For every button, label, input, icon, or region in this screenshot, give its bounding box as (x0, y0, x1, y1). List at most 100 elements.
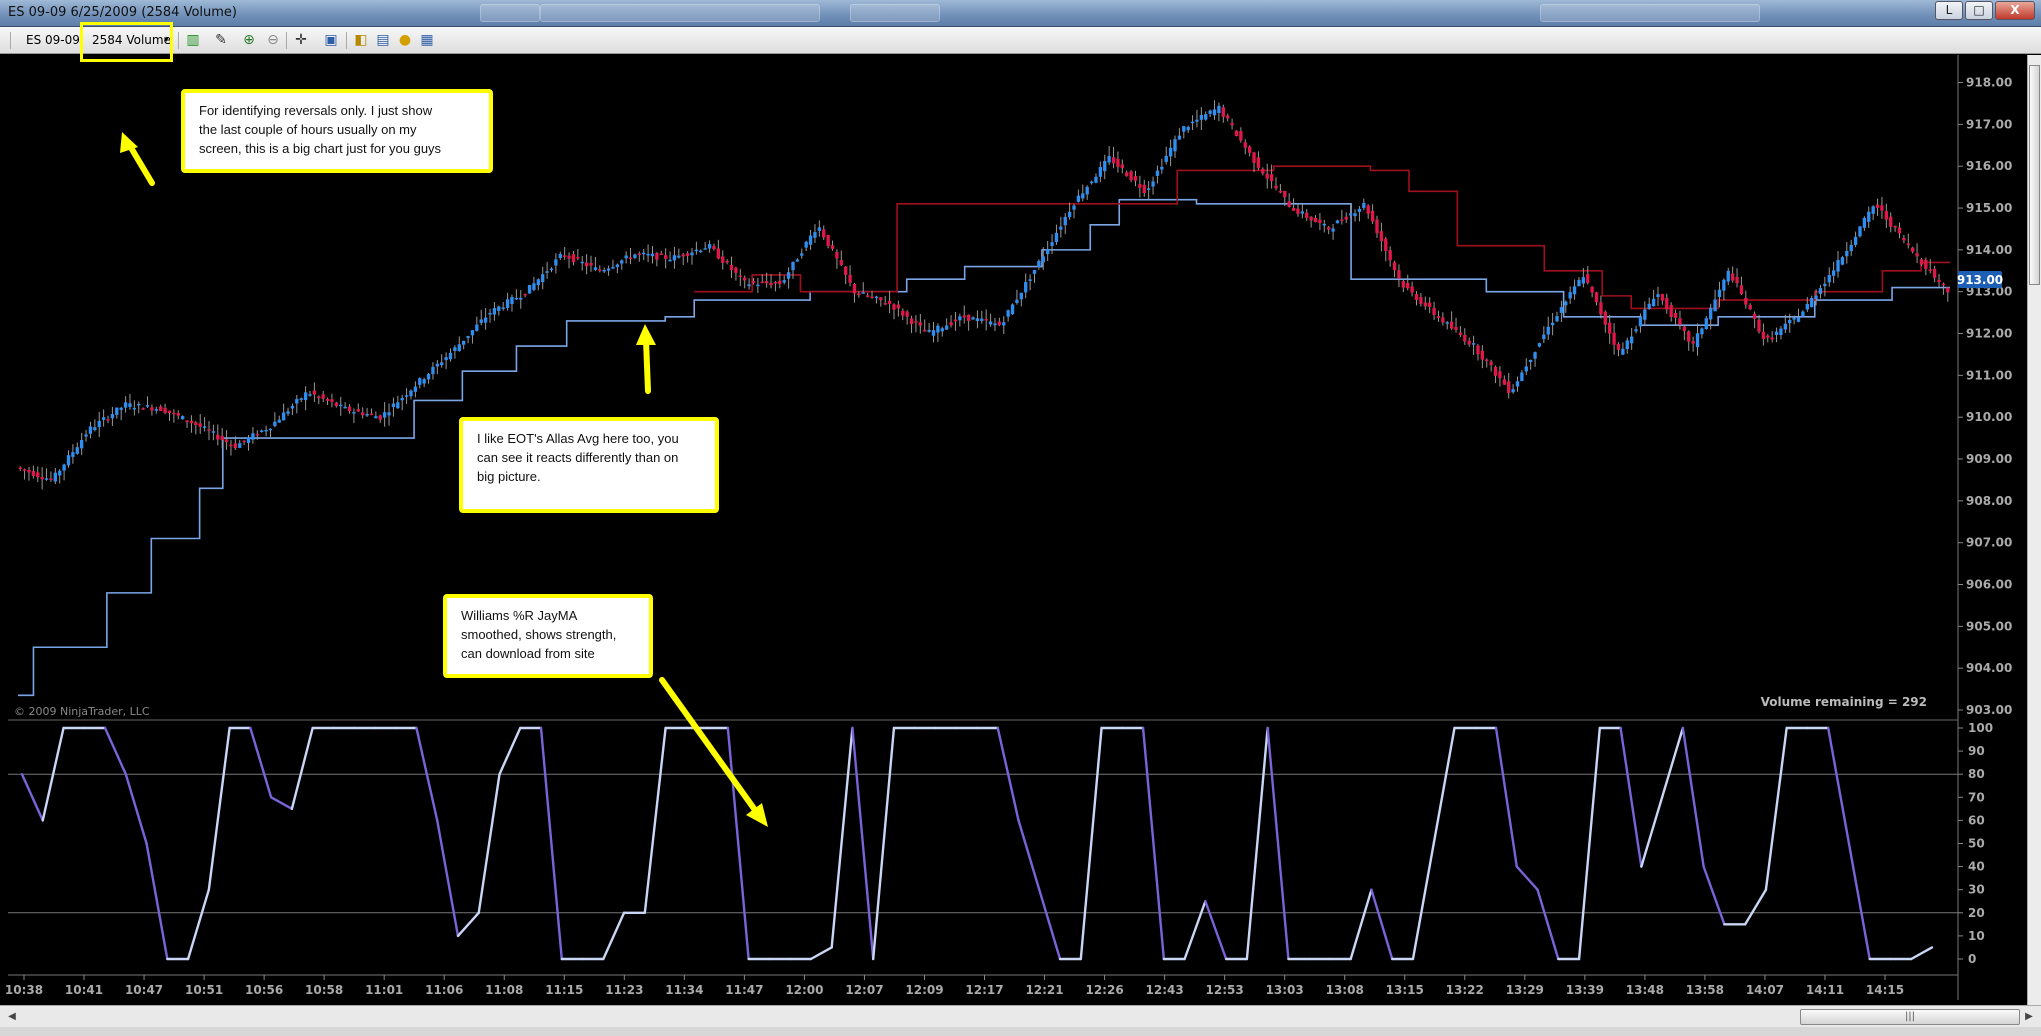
candle-up (488, 312, 492, 315)
properties-icon[interactable]: ▣ (322, 31, 340, 49)
candle-down (1893, 226, 1897, 228)
candle-up (1840, 257, 1845, 265)
candle-up (958, 316, 962, 321)
candle-up (1208, 110, 1212, 114)
candle-down (1507, 381, 1511, 393)
close-button[interactable]: X (1995, 1, 2035, 20)
osc-tick-label: 50 (1968, 837, 1985, 851)
candle-up (343, 406, 347, 409)
candle-down (189, 420, 194, 424)
candle-down (870, 296, 874, 298)
indicators-icon[interactable]: ▤ (374, 31, 392, 49)
candle-down (1261, 168, 1265, 174)
candle-up (1362, 202, 1366, 208)
candle-up (1709, 307, 1713, 320)
candle-up (97, 420, 101, 427)
pencil-draw-icon[interactable]: ✎ (212, 31, 230, 49)
candle-down (1744, 297, 1748, 305)
candle-up (88, 426, 93, 434)
candle-down (1313, 217, 1318, 223)
candle-up (1006, 310, 1010, 317)
candle-down (1884, 211, 1889, 220)
restore-button[interactable]: □ (1965, 1, 1993, 20)
bar-style-icon[interactable]: ▥ (184, 31, 202, 49)
williams-r-segment (1245, 726, 1269, 961)
williams-r-segment (20, 773, 44, 822)
osc-tick-label: 90 (1968, 744, 1985, 758)
time-tick-label: 10:41 (65, 983, 103, 997)
toolbar-divider (346, 32, 347, 49)
candle-up (1713, 299, 1717, 312)
candle-up (299, 398, 303, 400)
data-box-icon[interactable]: ◧ (352, 31, 370, 49)
candle-down (562, 255, 567, 257)
scroll-right-icon[interactable]: ▶ (2021, 1009, 2037, 1025)
candle-up (1094, 176, 1098, 183)
candle-down (150, 407, 154, 411)
chart-panel[interactable]: 918.00 917.00 916.00 915.00 914.00 913.00 912.… (0, 55, 2041, 1000)
candle-up (1783, 323, 1788, 330)
candle-down (909, 318, 914, 325)
candle-down (1401, 281, 1406, 288)
williams-r-segment (456, 911, 480, 938)
candle-down (1875, 204, 1880, 208)
horizontal-scroll-thumb[interactable]: ||| (1800, 1009, 2020, 1025)
candle-down (523, 293, 527, 296)
allas-avg-resistance-line (694, 165, 1950, 310)
price-tick-label: 912.00 (1966, 327, 2012, 341)
candle-down (1669, 305, 1673, 318)
candle-up (483, 317, 488, 323)
vertical-scrollbar[interactable] (2027, 55, 2041, 1005)
zoom-out-icon[interactable]: ⊖ (264, 31, 282, 49)
candle-up (1537, 343, 1542, 347)
candle-up (1155, 170, 1160, 176)
minimize-button[interactable]: L (1935, 1, 1963, 20)
candle-up (1581, 277, 1586, 284)
williams-r-segment (186, 888, 211, 961)
strategies-icon[interactable]: ● (396, 31, 414, 49)
candle-down (1221, 107, 1225, 117)
candle-up (1059, 226, 1063, 230)
williams-r-segment (1079, 726, 1103, 961)
horizontal-scrollbar[interactable]: ◀ ||| ▶ (0, 1005, 2041, 1027)
vertical-scroll-thumb[interactable] (2029, 65, 2040, 285)
zoom-in-icon[interactable]: ⊕ (240, 31, 258, 49)
time-tick-label: 12:00 (785, 983, 823, 997)
candle-down (378, 415, 382, 420)
candle-down (953, 319, 958, 322)
candle-up (1726, 270, 1730, 282)
candle-down (773, 282, 778, 284)
candle-up (580, 261, 584, 264)
candle-down (321, 394, 325, 399)
candle-up (290, 405, 295, 409)
candle-down (1682, 326, 1687, 331)
candle-down (721, 256, 725, 263)
candle-down (1594, 292, 1599, 303)
candle-up (1704, 318, 1708, 330)
instrument-selector[interactable]: ES 09-09 (26, 31, 80, 50)
candle-up (404, 395, 409, 397)
candle-up (945, 325, 949, 330)
candle-down (1296, 208, 1300, 214)
candle-down (347, 406, 352, 412)
candle-up (1814, 295, 1818, 299)
scroll-left-icon[interactable]: ◀ (4, 1009, 20, 1025)
candle-down (1889, 216, 1893, 227)
candle-up (409, 390, 413, 397)
table-icon[interactable]: ▦ (418, 31, 436, 49)
candle-up (1577, 279, 1581, 287)
candle-down (1612, 332, 1616, 345)
candle-up (1862, 217, 1867, 228)
candle-up (400, 397, 404, 401)
candle-down (949, 322, 953, 326)
candle-down (1493, 366, 1498, 376)
candle-up (611, 266, 615, 269)
price-tick-label: 914.00 (1966, 243, 2012, 257)
candle-up (633, 254, 637, 258)
candle-up (874, 296, 879, 299)
candle-down (194, 422, 198, 426)
candle-down (1247, 146, 1252, 153)
crosshair-icon[interactable]: ✛ (292, 31, 310, 49)
candle-up (782, 280, 786, 283)
candle-up (931, 330, 936, 336)
